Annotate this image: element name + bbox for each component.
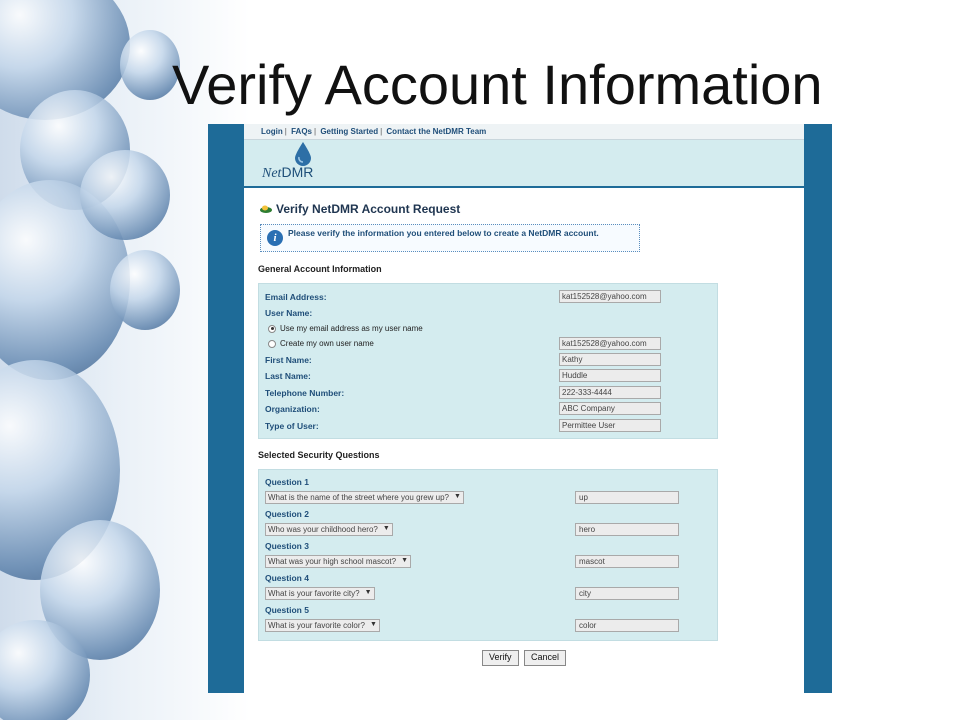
info-notice: i Please verify the information you ente… xyxy=(260,224,640,252)
question-1-select[interactable]: What is the name of the street where you… xyxy=(265,491,464,504)
cancel-button[interactable]: Cancel xyxy=(524,650,567,666)
radio-unselected-icon xyxy=(268,339,276,348)
question-5-select[interactable]: What is your favorite color? ▼ xyxy=(265,619,380,632)
first-name-field[interactable]: Kathy xyxy=(559,353,661,366)
radio-selected-icon xyxy=(268,324,276,333)
answer-4-field[interactable]: city xyxy=(575,587,679,600)
answer-5-field[interactable]: color xyxy=(575,619,679,632)
question-2-select[interactable]: Who was your childhood hero? ▼ xyxy=(265,523,393,536)
security-questions-panel: Question 1 What is the name of the stree… xyxy=(258,469,718,641)
organization-field[interactable]: ABC Company xyxy=(559,402,661,415)
nav-faqs-link[interactable]: FAQs xyxy=(291,127,312,136)
nav-getting-started-link[interactable]: Getting Started xyxy=(320,127,378,136)
first-name-label: First Name: xyxy=(265,355,312,365)
question-5-label: Question 5 xyxy=(265,605,309,615)
netdmr-page: Login | FAQs | Getting Started | Contact th… xyxy=(244,124,804,693)
radio-own-username[interactable]: Create my own user name xyxy=(268,339,374,348)
answer-3-field[interactable]: mascot xyxy=(575,555,679,568)
verify-button[interactable]: Verify xyxy=(482,650,519,666)
general-section-title: General Account Information xyxy=(258,264,382,274)
last-name-label: Last Name: xyxy=(265,371,311,381)
answer-2-field[interactable]: hero xyxy=(575,523,679,536)
question-2-label: Question 2 xyxy=(265,509,309,519)
chevron-down-icon: ▼ xyxy=(364,589,372,596)
info-icon: i xyxy=(267,230,283,246)
chevron-down-icon: ▼ xyxy=(401,557,409,564)
organization-label: Organization: xyxy=(265,404,320,414)
email-field[interactable]: kat152528@yahoo.com xyxy=(559,290,661,303)
question-3-label: Question 3 xyxy=(265,541,309,551)
chevron-down-icon: ▼ xyxy=(382,525,390,532)
notice-text: Please verify the information you entere… xyxy=(288,228,599,238)
answer-1-field[interactable]: up xyxy=(575,491,679,504)
top-nav: Login | FAQs | Getting Started | Contact th… xyxy=(244,124,804,140)
chevron-down-icon: ▼ xyxy=(370,621,377,628)
screenshot-frame: Login | FAQs | Getting Started | Contact th… xyxy=(208,124,832,693)
page-heading: Verify NetDMR Account Request xyxy=(260,202,460,216)
wave-icon xyxy=(260,205,272,213)
own-username-field[interactable]: kat152528@yahoo.com xyxy=(559,337,661,350)
header-banner: NetDMR xyxy=(244,140,804,188)
netdmr-logo: NetDMR xyxy=(262,164,314,181)
phone-label: Telephone Number: xyxy=(265,388,345,398)
question-1-label: Question 1 xyxy=(265,477,309,487)
user-type-label: Type of User: xyxy=(265,421,319,431)
general-info-panel: Email Address: kat152528@yahoo.com User … xyxy=(258,283,718,439)
user-type-field[interactable]: Permittee User xyxy=(559,419,661,432)
question-3-select[interactable]: What was your high school mascot? ▼ xyxy=(265,555,412,568)
phone-field[interactable]: 222-333-4444 xyxy=(559,386,661,399)
email-label: Email Address: xyxy=(265,292,327,302)
radio-use-email[interactable]: Use my email address as my user name xyxy=(268,324,423,333)
security-section-title: Selected Security Questions xyxy=(258,450,380,460)
nav-contact-link[interactable]: Contact the NetDMR Team xyxy=(386,127,486,136)
water-drop-icon xyxy=(295,142,311,166)
last-name-field[interactable]: Huddle xyxy=(559,369,661,382)
question-4-select[interactable]: What is your favorite city? ▼ xyxy=(265,587,375,600)
nav-login-link[interactable]: Login xyxy=(261,127,283,136)
chevron-down-icon: ▼ xyxy=(454,493,461,500)
slide-title: Verify Account Information xyxy=(172,53,823,116)
question-4-label: Question 4 xyxy=(265,573,309,583)
username-label: User Name: xyxy=(265,308,313,318)
